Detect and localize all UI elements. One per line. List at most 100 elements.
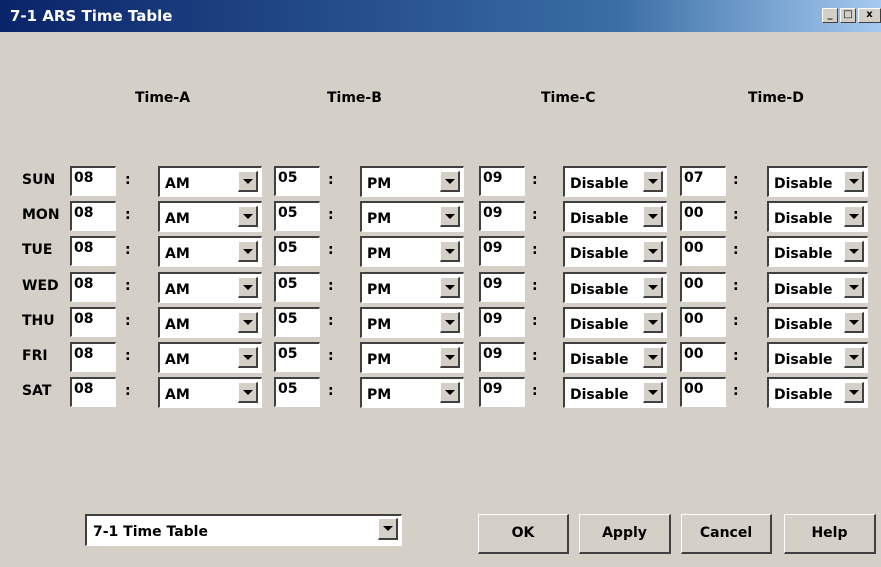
time-separator: : [125, 242, 131, 258]
chevron-down-icon[interactable] [440, 347, 460, 368]
chevron-down-icon[interactable] [238, 312, 258, 333]
chevron-down-icon[interactable] [440, 206, 460, 227]
period-select-time-d[interactable]: Disable [767, 377, 868, 408]
chevron-down-icon[interactable] [238, 206, 258, 227]
chevron-down-icon[interactable] [844, 347, 864, 368]
hour-input-time-a[interactable]: 08 [70, 236, 116, 266]
chevron-down-icon[interactable] [844, 171, 864, 192]
period-select-time-b[interactable]: PM [360, 236, 464, 267]
hour-input-time-b[interactable]: 05 [274, 377, 320, 407]
hour-input-time-a[interactable]: 08 [70, 166, 116, 196]
hour-input-time-c[interactable]: 09 [479, 272, 525, 302]
period-select-time-b[interactable]: PM [360, 166, 464, 197]
period-select-time-c[interactable]: Disable [563, 166, 667, 197]
hour-input-time-a[interactable]: 08 [70, 342, 116, 372]
time-table-select[interactable]: 7-1 Time Table [85, 514, 402, 546]
period-select-time-a[interactable]: AM [158, 236, 262, 267]
period-select-time-c[interactable]: Disable [563, 236, 667, 267]
hour-input-time-d[interactable]: 00 [680, 201, 726, 231]
close-button[interactable]: x [858, 8, 881, 23]
period-select-time-b[interactable]: PM [360, 342, 464, 373]
period-select-time-a[interactable]: AM [158, 307, 262, 338]
hour-input-time-b[interactable]: 05 [274, 166, 320, 196]
time-separator: : [125, 172, 131, 188]
hour-input-time-b[interactable]: 05 [274, 236, 320, 266]
hour-input-time-a[interactable]: 08 [70, 201, 116, 231]
minimize-button[interactable]: _ [822, 8, 838, 23]
hour-input-time-c[interactable]: 09 [479, 236, 525, 266]
chevron-down-icon[interactable] [643, 382, 663, 403]
period-select-time-d[interactable]: Disable [767, 166, 868, 197]
hour-input-time-d[interactable]: 00 [680, 272, 726, 302]
period-select-time-c[interactable]: Disable [563, 307, 667, 338]
period-select-time-b[interactable]: PM [360, 201, 464, 232]
hour-input-time-d[interactable]: 00 [680, 377, 726, 407]
period-select-time-c[interactable]: Disable [563, 377, 667, 408]
chevron-down-icon[interactable] [643, 277, 663, 298]
chevron-down-icon[interactable] [238, 277, 258, 298]
chevron-down-icon[interactable] [643, 347, 663, 368]
chevron-down-icon[interactable] [440, 312, 460, 333]
chevron-down-icon[interactable] [643, 312, 663, 333]
hour-input-time-c[interactable]: 09 [479, 342, 525, 372]
maximize-button[interactable]: □ [840, 8, 856, 23]
apply-button[interactable]: Apply [579, 514, 671, 554]
chevron-down-icon[interactable] [440, 382, 460, 403]
period-select-time-d[interactable]: Disable [767, 307, 868, 338]
chevron-down-icon[interactable] [844, 382, 864, 403]
hour-input-time-c[interactable]: 09 [479, 201, 525, 231]
hour-input-time-a[interactable]: 08 [70, 307, 116, 337]
chevron-down-icon[interactable] [440, 277, 460, 298]
day-label-tue: TUE [22, 242, 53, 258]
period-select-time-d[interactable]: Disable [767, 201, 868, 232]
time-separator: : [125, 348, 131, 364]
period-select-time-a[interactable]: AM [158, 201, 262, 232]
period-select-time-a[interactable]: AM [158, 342, 262, 373]
chevron-down-icon[interactable] [238, 382, 258, 403]
hour-input-time-d[interactable]: 00 [680, 236, 726, 266]
hour-input-time-c[interactable]: 09 [479, 307, 525, 337]
chevron-down-icon[interactable] [643, 241, 663, 262]
chevron-down-icon[interactable] [844, 206, 864, 227]
chevron-down-icon[interactable] [844, 312, 864, 333]
cancel-button[interactable]: Cancel [681, 514, 772, 554]
chevron-down-icon[interactable] [844, 277, 864, 298]
period-select-time-b[interactable]: PM [360, 377, 464, 408]
hour-input-time-b[interactable]: 05 [274, 201, 320, 231]
time-separator: : [532, 348, 538, 364]
hour-input-time-a[interactable]: 08 [70, 377, 116, 407]
period-select-time-d[interactable]: Disable [767, 342, 868, 373]
chevron-down-icon[interactable] [238, 241, 258, 262]
chevron-down-icon[interactable] [238, 347, 258, 368]
period-select-time-c[interactable]: Disable [563, 342, 667, 373]
chevron-down-icon[interactable] [378, 518, 398, 540]
chevron-down-icon[interactable] [440, 241, 460, 262]
hour-input-time-b[interactable]: 05 [274, 342, 320, 372]
period-select-time-b[interactable]: PM [360, 307, 464, 338]
period-select-time-d[interactable]: Disable [767, 272, 868, 303]
hour-input-time-b[interactable]: 05 [274, 307, 320, 337]
period-select-time-a[interactable]: AM [158, 377, 262, 408]
chevron-down-icon[interactable] [643, 206, 663, 227]
hour-input-time-c[interactable]: 09 [479, 166, 525, 196]
ok-button[interactable]: OK [478, 514, 569, 554]
chevron-down-icon[interactable] [440, 171, 460, 192]
period-select-time-b[interactable]: PM [360, 272, 464, 303]
hour-input-time-d[interactable]: 07 [680, 166, 726, 196]
hour-input-time-b[interactable]: 05 [274, 272, 320, 302]
hour-input-time-a[interactable]: 08 [70, 272, 116, 302]
period-select-time-a[interactable]: AM [158, 272, 262, 303]
chevron-down-icon[interactable] [643, 171, 663, 192]
period-select-time-c[interactable]: Disable [563, 201, 667, 232]
period-select-value: Disable [774, 176, 833, 192]
chevron-down-icon[interactable] [238, 171, 258, 192]
period-select-time-c[interactable]: Disable [563, 272, 667, 303]
hour-input-time-c[interactable]: 09 [479, 377, 525, 407]
period-select-time-a[interactable]: AM [158, 166, 262, 197]
period-select-time-d[interactable]: Disable [767, 236, 868, 267]
time-separator: : [328, 278, 334, 294]
hour-input-time-d[interactable]: 00 [680, 307, 726, 337]
help-button[interactable]: Help [784, 514, 876, 554]
hour-input-time-d[interactable]: 00 [680, 342, 726, 372]
chevron-down-icon[interactable] [844, 241, 864, 262]
